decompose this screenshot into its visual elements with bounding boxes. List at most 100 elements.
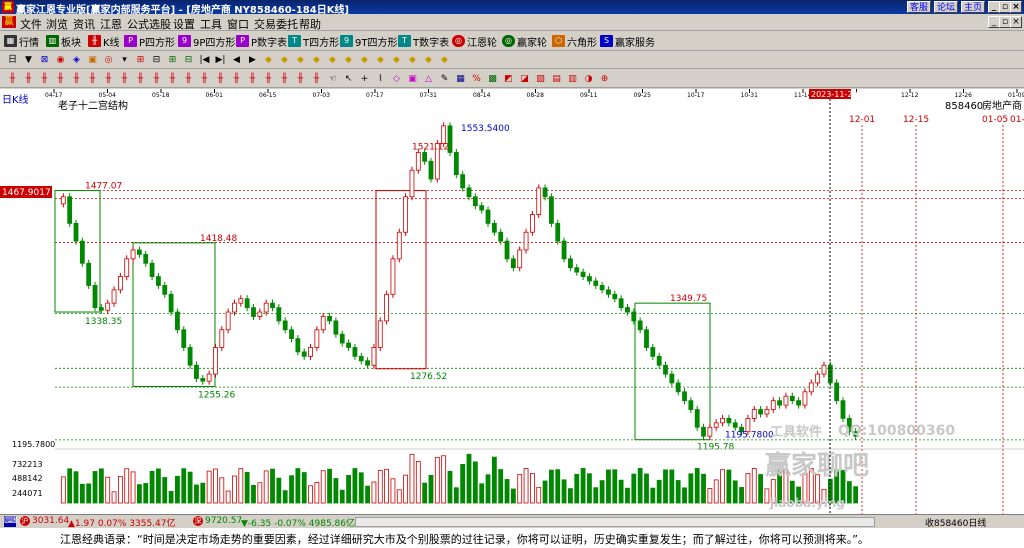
toolbar-winner-wheel-button[interactable]: ◎ 赢家轮 (502, 34, 547, 49)
prev-icon[interactable]: ◀ (230, 54, 243, 66)
diamond10-icon[interactable]: ◆ (406, 54, 419, 66)
dropdown-icon[interactable]: ▼ (22, 54, 35, 66)
rect-icon[interactable]: ▣ (406, 73, 419, 85)
toolbar-9t-square-button[interactable]: 9 9T四方形 (340, 34, 397, 49)
grid2-icon[interactable]: ⊟ (150, 54, 163, 66)
fill5-icon[interactable]: ▥ (566, 73, 579, 85)
zoom-icon[interactable]: ◈ (70, 54, 83, 66)
target-icon[interactable]: ◉ (54, 54, 67, 66)
layout-icon[interactable]: ⊠ (38, 54, 51, 66)
diamond5-icon[interactable]: ◆ (326, 54, 339, 66)
toolbar-t-table-button[interactable]: T T数字表 (398, 34, 449, 49)
bar-tool15-icon[interactable]: ╫ (230, 73, 243, 85)
first-icon[interactable]: |◀ (198, 54, 211, 66)
fill3-icon[interactable]: ▨ (534, 73, 547, 85)
grid3-icon[interactable]: ⊞ (166, 54, 179, 66)
bar-tool19-icon[interactable]: ╫ (294, 73, 307, 85)
volume-bar (390, 478, 396, 504)
diamond2-icon[interactable]: ◆ (278, 54, 291, 66)
toolbar-kline-button[interactable]: ╫ K线 (88, 34, 120, 49)
crosshair-icon[interactable]: + (358, 73, 371, 85)
bar-tool2-icon[interactable]: ╫ (22, 73, 35, 85)
candle-body (549, 196, 554, 224)
last-icon[interactable]: ▶| (214, 54, 227, 66)
menu-settings[interactable]: 设置 (173, 16, 195, 32)
diamond11-icon[interactable]: ◆ (422, 54, 435, 66)
shape-icon[interactable]: ◇ (390, 73, 403, 85)
bar-tool13-icon[interactable]: ╫ (198, 73, 211, 85)
triangle-icon[interactable]: △ (422, 73, 435, 85)
table-icon[interactable]: ▦ (454, 73, 467, 85)
diamond12-icon[interactable]: ◆ (438, 54, 451, 66)
horizontal-scrollbar[interactable] (355, 517, 875, 527)
close-icon[interactable]: × (1010, 1, 1022, 13)
toolbar-9p-square-button[interactable]: 9 9P四方形 (178, 34, 235, 49)
bar-tool11-icon[interactable]: ╫ (166, 73, 179, 85)
menu-info[interactable]: 资讯 (73, 16, 95, 32)
bar-tool5-icon[interactable]: ╫ (70, 73, 83, 85)
bar-tool16-icon[interactable]: ╫ (246, 73, 259, 85)
toolbar-p-square-button[interactable]: P P四方形 (124, 34, 175, 49)
diamond8-icon[interactable]: ◆ (374, 54, 387, 66)
box-icon[interactable]: ▣ (86, 54, 99, 66)
bar-tool18-icon[interactable]: ╫ (278, 73, 291, 85)
keyboard-icon[interactable]: ⌨ (4, 516, 17, 527)
menu-browse[interactable]: 浏览 (46, 16, 68, 32)
customer-service-button[interactable]: 客服 (907, 1, 932, 13)
diamond-icon[interactable]: ◆ (262, 54, 275, 66)
bar-tool6-icon[interactable]: ╫ (86, 73, 99, 85)
candle-body (517, 249, 523, 269)
toolbar-service-button[interactable]: S 赢家服务 (600, 34, 655, 49)
menu-window[interactable]: 窗口 (227, 16, 249, 32)
menu-help[interactable]: 帮助 (299, 16, 321, 32)
dropdown-icon[interactable]: ▾ (118, 54, 131, 66)
bar-tool3-icon[interactable]: ╫ (38, 73, 51, 85)
line-tool-icon[interactable]: ⌇ (374, 73, 387, 85)
forum-button[interactable]: 论坛 (934, 1, 959, 13)
percent-icon[interactable]: % (470, 73, 483, 85)
pointer-icon[interactable]: ↖ (342, 73, 355, 85)
period-day-icon[interactable]: 日 (6, 54, 19, 66)
fill-icon[interactable]: ◩ (502, 73, 515, 85)
chart-icon[interactable]: ▩ (486, 73, 499, 85)
menu-trade[interactable]: 交易委托 (254, 16, 298, 32)
pen-icon[interactable]: ✎ (438, 73, 451, 85)
bar-tool4-icon[interactable]: ╫ (54, 73, 67, 85)
diamond6-icon[interactable]: ◆ (342, 54, 355, 66)
bar-tool14-icon[interactable]: ╫ (214, 73, 227, 85)
bar-tool20-icon[interactable]: ╫ (310, 73, 323, 85)
diamond9-icon[interactable]: ◆ (390, 54, 403, 66)
toolbar-p-table-button[interactable]: P P数字表 (236, 34, 287, 49)
homepage-button[interactable]: 主页 (961, 1, 986, 13)
bar-tool10-icon[interactable]: ╫ (150, 73, 163, 85)
fill4-icon[interactable]: ▤ (550, 73, 563, 85)
toolbar-hexagon-button[interactable]: ⬡ 六角形 (552, 34, 597, 49)
color-icon[interactable]: ◑ (582, 73, 595, 85)
grid-icon[interactable]: ⊞ (134, 54, 147, 66)
diamond3-icon[interactable]: ◆ (294, 54, 307, 66)
menu-file[interactable]: 文件 (20, 16, 42, 32)
bar-tool7-icon[interactable]: ╫ (102, 73, 115, 85)
toolbar-sector-button[interactable]: ▥ 板块 (46, 34, 81, 49)
bar-tool12-icon[interactable]: ╫ (182, 73, 195, 85)
diamond7-icon[interactable]: ◆ (358, 54, 371, 66)
menu-gann[interactable]: 江恩 (100, 16, 122, 32)
diamond4-icon[interactable]: ◆ (310, 54, 323, 66)
menu-formula-picker[interactable]: 公式选股 (127, 16, 171, 32)
next-icon[interactable]: ▶ (246, 54, 259, 66)
toolbar-t-square-button[interactable]: T T四方形 (288, 34, 339, 49)
menu-tools[interactable]: 工具 (200, 16, 222, 32)
toolbar-quotes-button[interactable]: ▦ 行情 (4, 34, 39, 49)
fill2-icon[interactable]: ◪ (518, 73, 531, 85)
hand-icon[interactable]: ☜ (326, 73, 339, 85)
grid4-icon[interactable]: ⊟ (182, 54, 195, 66)
bar-tool8-icon[interactable]: ╫ (118, 73, 131, 85)
add-icon[interactable]: ⊕ (598, 73, 611, 85)
kline-chart[interactable]: 04-17 05-04 05-18 06-01 06-15 07-03 07-17 07-31… (0, 89, 1024, 514)
mdi-close-icon[interactable]: × (1010, 16, 1022, 28)
bar-tool9-icon[interactable]: ╫ (134, 73, 147, 85)
bar-tool-icon[interactable]: ╫ (6, 73, 19, 85)
bar-tool17-icon[interactable]: ╫ (262, 73, 275, 85)
toolbar-gann-wheel-button[interactable]: ◎ 江恩轮 (452, 34, 497, 49)
circle-icon[interactable]: ◎ (102, 54, 115, 66)
